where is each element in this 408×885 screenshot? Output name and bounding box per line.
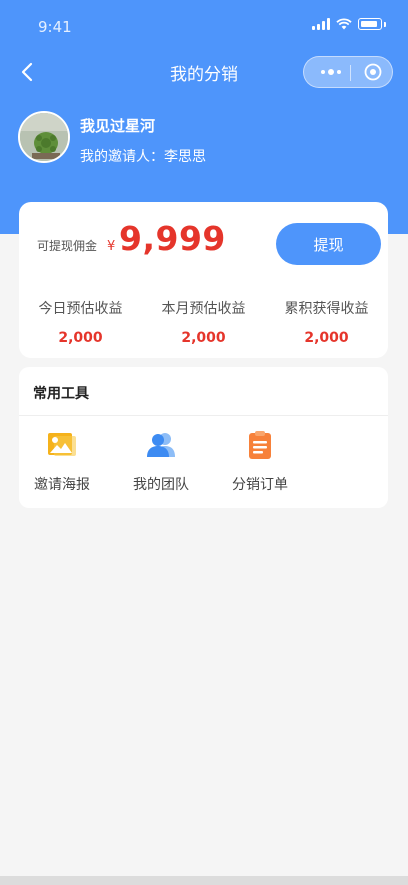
withdraw-button[interactable]: 提现 [276, 223, 381, 265]
order-clipboard-icon [249, 431, 271, 459]
inviter-text: 我的邀请人：李思思 [80, 149, 206, 165]
stat-today: 今日预估收益 2,000 [19, 282, 142, 358]
stat-label: 本月预估收益 [161, 301, 246, 317]
tools-panel: 常用工具 邀请海报 我的团队 分销订单 [19, 367, 388, 508]
team-users-icon [147, 433, 175, 457]
stat-value: 2,000 [181, 330, 226, 346]
earnings-stats: 今日预估收益 2,000 本月预估收益 2,000 累积获得收益 2,000 [19, 282, 388, 358]
header-background: 9:41 我的分销 我见过星河 我的邀请人：李思思 [0, 0, 408, 234]
tool-label: 分销订单 [232, 477, 288, 493]
tools-title: 常用工具 [33, 386, 89, 402]
withdrawable-label: 可提现佣金 [37, 239, 98, 253]
battery-icon [358, 18, 382, 30]
tool-label: 邀请海报 [34, 477, 90, 493]
tool-my-team[interactable]: 我的团队 [121, 429, 201, 494]
stat-total: 累积获得收益 2,000 [265, 282, 388, 358]
wifi-icon [336, 18, 352, 30]
stat-label: 累积获得收益 [284, 301, 369, 317]
stat-value: 2,000 [58, 330, 103, 346]
mini-program-capsule [303, 56, 393, 88]
nav-bar: 我的分销 [0, 48, 408, 96]
page: 9:41 我的分销 我见过星河 我的邀请人：李思思 可提现佣金 ¥ 9,999 … [0, 0, 408, 885]
more-dots-icon[interactable] [316, 65, 346, 79]
stat-month: 本月预估收益 2,000 [142, 282, 265, 358]
target-circle-icon[interactable] [364, 63, 382, 81]
tool-distribution-orders[interactable]: 分销订单 [220, 429, 300, 494]
battery-cap [384, 21, 386, 27]
commission-card: 可提现佣金 ¥ 9,999 提现 今日预估收益 2,000 本月预估收益 2,0… [19, 202, 388, 358]
currency-symbol: ¥ [107, 239, 116, 254]
stat-value: 2,000 [304, 330, 349, 346]
signal-icon [312, 18, 330, 30]
status-time: 9:41 [38, 18, 72, 36]
withdrawable-amount: 9,999 [119, 219, 226, 258]
capsule-divider [350, 65, 351, 81]
user-name: 我见过星河 [80, 117, 156, 135]
tool-invite-poster[interactable]: 邀请海报 [22, 429, 102, 494]
avatar [18, 111, 70, 163]
bottom-bar [0, 876, 408, 885]
status-bar: 9:41 [0, 0, 408, 48]
turtle-avatar-icon [20, 113, 68, 161]
tools-divider [19, 415, 388, 416]
status-icons [312, 18, 386, 30]
poster-image-icon [48, 433, 76, 456]
stat-label: 今日预估收益 [38, 301, 123, 317]
tool-label: 我的团队 [133, 477, 189, 493]
